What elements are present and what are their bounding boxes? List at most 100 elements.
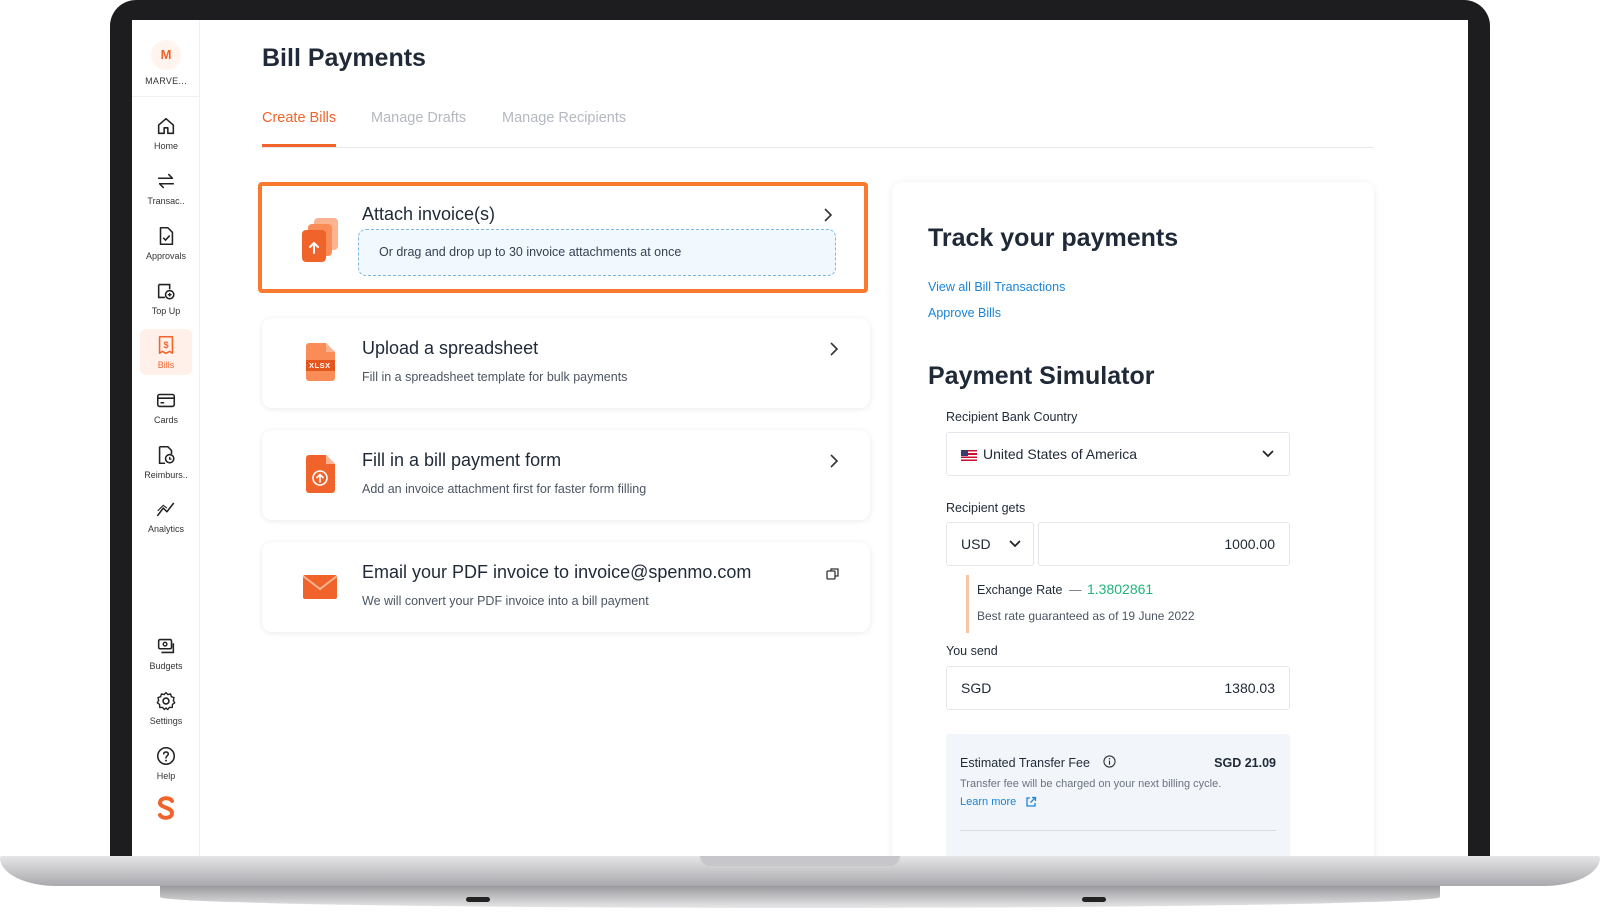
divider (960, 830, 1276, 831)
sidebar-item-label: Budgets (149, 661, 183, 671)
currency-value: USD (961, 536, 991, 552)
send-amount: 1380.03 (1224, 680, 1275, 696)
sidebar-item-approvals[interactable]: Approvals (140, 220, 192, 266)
card-title: Fill in a bill payment form (362, 450, 562, 470)
tab-create-bills[interactable]: Create Bills (262, 110, 337, 147)
sidebar-item-cards[interactable]: Cards (140, 384, 192, 430)
gear-icon (156, 691, 176, 711)
org-name: MARVE... (145, 76, 187, 86)
exchange-rate-box: Exchange Rate — 1.3802861 Best rate guar… (966, 575, 1286, 633)
page-title: Bill Payments (262, 44, 426, 72)
sidebar-item-home[interactable]: Home (140, 110, 192, 156)
recipient-currency-select[interactable]: USD (946, 522, 1034, 566)
sidebar-item-label: Approvals (145, 251, 187, 261)
payments-panel: Track your payments View all Bill Transa… (892, 182, 1374, 856)
tab-bar: Create Bills Manage Drafts Manage Recipi… (262, 110, 1374, 148)
org-switcher[interactable]: M MARVE... (132, 40, 200, 86)
transfer-fee-box: Estimated Transfer Fee SGD 21.09 Transfe… (946, 734, 1290, 856)
transfer-arrows-icon (157, 173, 175, 189)
country-value: United States of America (983, 446, 1138, 462)
reimbursement-icon (158, 445, 175, 465)
main-content: Bill Payments Create Bills Manage Drafts… (200, 20, 1468, 856)
card-title: Attach invoice(s) (362, 204, 496, 224)
divider (132, 96, 200, 97)
card-description: We will convert your PDF invoice into a … (362, 594, 649, 608)
sidebar-item-label: Reimburs.. (144, 470, 188, 480)
card-title: Email your PDF invoice to invoice@spenmo… (362, 562, 752, 582)
sidebar-item-transactions[interactable]: Transac.. (140, 165, 192, 211)
exchange-rate-value: 1.3802861 (1087, 581, 1154, 597)
card-icon (156, 393, 176, 408)
sidebar-item-reimbursements[interactable]: Reimburs.. (140, 439, 192, 485)
chevron-down-icon (1262, 450, 1274, 458)
external-link-icon[interactable] (1025, 796, 1037, 808)
rate-dash: — (1069, 583, 1082, 597)
you-send-field[interactable]: SGD 1380.03 (946, 666, 1290, 710)
approve-bills-link[interactable]: Approve Bills (928, 306, 1001, 320)
fee-note: Transfer fee will be charged on your nex… (960, 778, 1222, 790)
sidebar-item-help[interactable]: Help (140, 740, 192, 786)
sidebar-item-label: Transac.. (147, 196, 185, 206)
bill-payment-form-card[interactable]: Fill in a bill payment form Add an invoi… (262, 430, 870, 520)
chevron-right-icon (828, 454, 840, 473)
fee-label: Estimated Transfer Fee (960, 756, 1090, 770)
sidebar-item-label: Bills (157, 360, 175, 370)
recipient-amount-input[interactable]: 1000.00 (1038, 522, 1290, 566)
home-icon (157, 117, 175, 135)
help-icon (156, 746, 176, 766)
sidebar-item-bills[interactable]: $ Bills (140, 329, 192, 375)
file-upload-icon (300, 216, 342, 269)
view-all-bill-transactions-link[interactable]: View all Bill Transactions (928, 280, 1065, 294)
svg-text:$: $ (163, 340, 168, 350)
sidebar-item-label: Home (153, 141, 178, 151)
app-screen: M MARVE... Home Transac.. Approvals Top … (132, 20, 1468, 856)
sidebar: M MARVE... Home Transac.. Approvals Top … (132, 20, 200, 856)
payment-simulator-title: Payment Simulator (928, 362, 1155, 390)
upload-file-icon (304, 454, 338, 499)
invoice-dropzone[interactable]: Or drag and drop up to 30 invoice attach… (358, 229, 836, 276)
fee-value: SGD 21.09 (1214, 756, 1276, 770)
bill-dollar-icon: $ (158, 335, 174, 355)
sidebar-item-budgets[interactable]: Budgets (140, 630, 192, 676)
chevron-right-icon (822, 208, 834, 227)
attach-invoice-card[interactable]: Attach invoice(s) Or drag and drop up to… (258, 182, 868, 293)
sidebar-item-settings[interactable]: Settings (140, 685, 192, 731)
you-send-label: You send (946, 644, 998, 658)
org-avatar[interactable]: M (151, 40, 181, 70)
learn-more-link[interactable]: Learn more (960, 796, 1016, 808)
tab-manage-recipients[interactable]: Manage Recipients (502, 110, 626, 147)
exchange-rate-label: Exchange Rate (977, 583, 1063, 597)
laptop-foot (1082, 897, 1106, 902)
document-check-icon (159, 226, 174, 246)
chevron-down-icon (1009, 540, 1021, 548)
envelope-icon (302, 574, 338, 605)
sidebar-item-topup[interactable]: Top Up (140, 275, 192, 321)
laptop-foot (466, 897, 490, 902)
spenmo-logo (154, 795, 178, 826)
xlsx-file-icon: XLSX (304, 342, 338, 387)
card-description: Fill in a spreadsheet template for bulk … (362, 370, 628, 384)
sidebar-item-label: Top Up (151, 306, 181, 316)
laptop-base-shadow (160, 886, 1440, 908)
us-flag-icon (961, 450, 977, 461)
wallet-plus-icon (157, 283, 175, 300)
card-title: Upload a spreadsheet (362, 338, 539, 358)
track-payments-title: Track your payments (928, 224, 1179, 252)
sidebar-item-label: Cards (153, 415, 178, 425)
sidebar-item-label: Help (156, 771, 176, 781)
laptop-notch (700, 856, 900, 866)
upload-spreadsheet-card[interactable]: XLSX Upload a spreadsheet Fill in a spre… (262, 318, 870, 408)
country-label: Recipient Bank Country (946, 410, 1078, 424)
tab-manage-drafts[interactable]: Manage Drafts (371, 110, 466, 147)
sidebar-item-analytics[interactable]: Analytics (140, 493, 192, 539)
sidebar-item-label: Analytics (147, 524, 184, 534)
email-invoice-card[interactable]: Email your PDF invoice to invoice@spenmo… (262, 542, 870, 632)
spenmo-logo-icon (157, 796, 175, 820)
budget-icon (157, 638, 175, 654)
country-select[interactable]: United States of America (946, 432, 1290, 476)
info-icon[interactable] (1103, 755, 1116, 768)
copy-icon[interactable] (826, 567, 840, 586)
sidebar-item-label: Settings (149, 716, 183, 726)
analytics-line-icon (156, 502, 175, 517)
send-currency: SGD (961, 680, 992, 696)
